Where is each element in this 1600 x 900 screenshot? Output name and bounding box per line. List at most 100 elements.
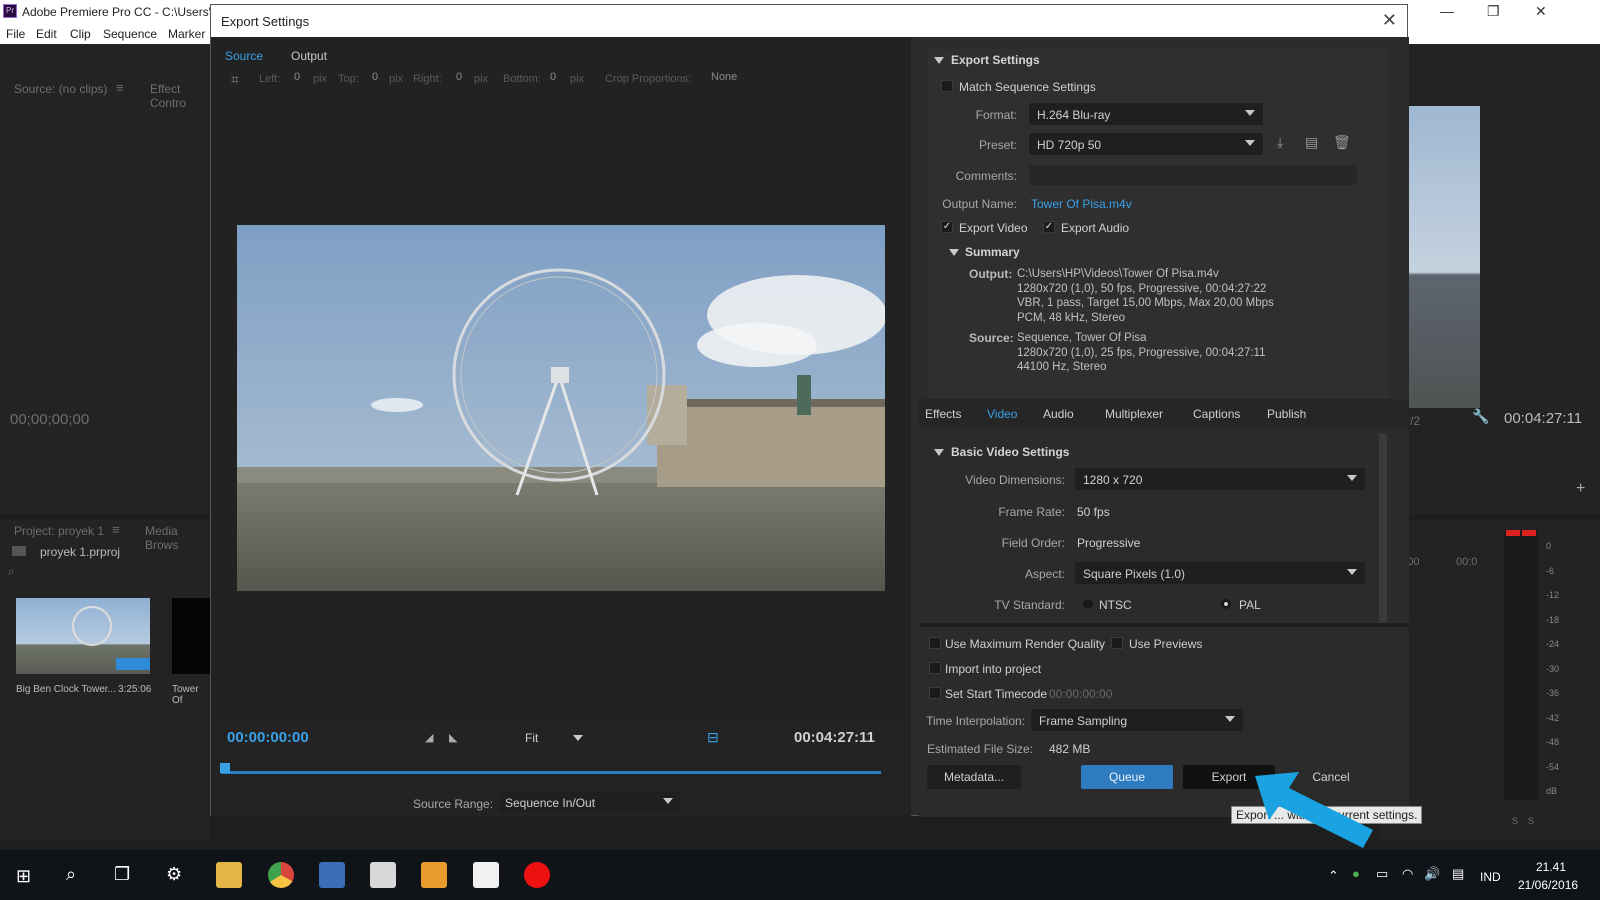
add-button-icon[interactable]: + bbox=[1576, 480, 1585, 498]
export-audio-checkbox[interactable]: ✓ bbox=[1043, 221, 1055, 233]
task-view-icon[interactable]: ❐ bbox=[114, 864, 130, 885]
crop-icon[interactable]: ⌗ bbox=[231, 71, 239, 88]
collapse-triangle-icon[interactable] bbox=[934, 57, 944, 64]
queue-button[interactable]: Queue bbox=[1081, 765, 1173, 789]
tab-audio[interactable]: Audio bbox=[1043, 407, 1074, 421]
tab-output[interactable]: Output bbox=[291, 49, 327, 63]
settings-gear-icon[interactable]: ⚙ bbox=[166, 864, 182, 885]
crop-proportions-select[interactable]: None bbox=[711, 71, 737, 83]
project-tab[interactable]: Project: proyek 1 bbox=[14, 524, 104, 538]
playhead-handle[interactable] bbox=[220, 763, 230, 773]
crop-bottom-input[interactable]: 0 bbox=[550, 71, 556, 83]
start-timecode-value[interactable]: 00:00:00:00 bbox=[1049, 687, 1112, 701]
tab-publish[interactable]: Publish bbox=[1267, 407, 1306, 421]
record-icon[interactable] bbox=[524, 862, 550, 888]
close-icon[interactable]: ✕ bbox=[1535, 3, 1547, 20]
chevron-down-icon[interactable] bbox=[573, 735, 583, 741]
file-explorer-icon[interactable] bbox=[216, 862, 242, 888]
chrome-icon[interactable] bbox=[268, 862, 294, 888]
import-project-checkbox[interactable] bbox=[929, 662, 941, 674]
aspect-select[interactable]: Square Pixels (1.0) bbox=[1075, 562, 1365, 584]
notifications-icon[interactable]: ▤ bbox=[1452, 866, 1464, 882]
effect-controls-tab[interactable]: Effect Contro bbox=[150, 82, 210, 110]
crop-top-input[interactable]: 0 bbox=[372, 71, 378, 83]
movie-clapper-icon[interactable] bbox=[370, 862, 396, 888]
set-in-point-icon[interactable]: ◢ bbox=[425, 731, 433, 744]
menu-edit[interactable]: Edit bbox=[36, 27, 57, 41]
aspect-correction-icon[interactable]: ⊟ bbox=[707, 729, 719, 746]
ntsc-radio[interactable] bbox=[1083, 599, 1093, 609]
chevron-up-icon[interactable]: ⌃ bbox=[1328, 868, 1339, 884]
meter-solo-right[interactable]: S bbox=[1528, 816, 1534, 826]
delete-preset-icon[interactable]: 🗑 bbox=[1333, 134, 1351, 151]
clock-time[interactable]: 21.41 bbox=[1536, 860, 1566, 874]
source-range-select[interactable]: Sequence In/Out bbox=[499, 791, 681, 813]
program-zoom[interactable]: /2 bbox=[1410, 414, 1420, 428]
zoom-fit-select[interactable]: Fit bbox=[525, 731, 538, 745]
interpolation-select[interactable]: Frame Sampling bbox=[1031, 709, 1243, 731]
clip-thumbnail[interactable] bbox=[16, 598, 150, 674]
tvstandard-label: TV Standard: bbox=[994, 598, 1065, 612]
tab-multiplexer[interactable]: Multiplexer bbox=[1105, 407, 1163, 421]
metadata-button[interactable]: Metadata... bbox=[927, 765, 1021, 789]
export-video-checkbox[interactable]: ✓ bbox=[941, 221, 953, 233]
search-icon[interactable]: ⌕ bbox=[8, 564, 15, 579]
menu-clip[interactable]: Clip bbox=[70, 27, 91, 41]
collapse-triangle-icon[interactable] bbox=[934, 449, 944, 456]
crop-proportions-label: Crop Proportions: bbox=[605, 73, 692, 85]
tab-effects[interactable]: Effects bbox=[925, 407, 961, 421]
panel-menu-icon[interactable]: ≡ bbox=[112, 522, 120, 537]
collapse-triangle-icon[interactable] bbox=[949, 249, 959, 256]
start-timecode-checkbox[interactable] bbox=[929, 687, 941, 699]
panel-menu-icon[interactable]: ≡ bbox=[116, 80, 124, 95]
menu-marker[interactable]: Marker bbox=[168, 27, 205, 41]
source-tab[interactable]: Source: (no clips) bbox=[14, 82, 107, 96]
filesize-label: Estimated File Size: bbox=[927, 742, 1034, 756]
crop-bottom-label: Bottom: bbox=[503, 73, 541, 85]
preset-select[interactable]: HD 720p 50 bbox=[1029, 133, 1263, 155]
match-sequence-checkbox[interactable] bbox=[941, 80, 953, 92]
document-icon[interactable] bbox=[473, 862, 499, 888]
max-render-checkbox[interactable] bbox=[929, 637, 941, 649]
timeline-scrubber-bar[interactable] bbox=[221, 771, 881, 774]
use-previews-checkbox[interactable] bbox=[1111, 637, 1123, 649]
maximize-icon[interactable]: ❐ bbox=[1487, 3, 1500, 20]
clock-date[interactable]: 21/06/2016 bbox=[1518, 878, 1578, 892]
battery-icon[interactable]: ▭ bbox=[1376, 866, 1388, 882]
media-browser-tab[interactable]: Media Brows bbox=[145, 524, 210, 552]
format-select[interactable]: H.264 Blu-ray bbox=[1029, 103, 1263, 125]
minimize-icon[interactable]: — bbox=[1440, 3, 1454, 19]
output-name-link[interactable]: Tower Of Pisa.m4v bbox=[1031, 197, 1132, 211]
search-icon[interactable]: ⌕ bbox=[66, 864, 76, 885]
menu-sequence[interactable]: Sequence bbox=[103, 27, 157, 41]
tab-source[interactable]: Source bbox=[225, 49, 263, 63]
save-preset-icon[interactable]: ⤓ bbox=[1277, 134, 1283, 151]
import-preset-icon[interactable]: ▤ bbox=[1305, 134, 1318, 151]
wifi-icon[interactable]: ◠ bbox=[1402, 866, 1413, 882]
comments-field[interactable] bbox=[1029, 165, 1357, 185]
volume-icon[interactable]: 🔊 bbox=[1424, 866, 1440, 882]
crop-right-input[interactable]: 0 bbox=[456, 71, 462, 83]
crop-left-input[interactable]: 0 bbox=[294, 71, 300, 83]
language-indicator[interactable]: IND bbox=[1480, 870, 1501, 884]
settings-scrollbar[interactable] bbox=[1379, 433, 1387, 623]
crop-left-label: Left: bbox=[259, 73, 281, 85]
clip-thumbnail-black[interactable] bbox=[172, 598, 212, 674]
audio-meter bbox=[1504, 530, 1538, 800]
menu-file[interactable]: File bbox=[6, 27, 25, 41]
pal-radio[interactable] bbox=[1221, 599, 1231, 609]
chevron-down-icon bbox=[663, 798, 673, 804]
tray-app-icon[interactable]: ● bbox=[1352, 866, 1360, 881]
app-icon[interactable] bbox=[319, 862, 345, 888]
dialog-close-icon[interactable]: ✕ bbox=[1382, 10, 1397, 31]
app-icon[interactable] bbox=[421, 862, 447, 888]
meter-solo-left[interactable]: S bbox=[1512, 816, 1518, 826]
dimensions-select[interactable]: 1280 x 720 bbox=[1075, 468, 1365, 490]
windows-start-icon[interactable]: ⊞ bbox=[16, 866, 31, 887]
wrench-icon[interactable]: 🔧 bbox=[1472, 408, 1489, 425]
tab-video[interactable]: Video bbox=[987, 407, 1017, 421]
set-out-point-icon[interactable]: ◣ bbox=[449, 731, 457, 744]
current-timecode[interactable]: 00:00:00:00 bbox=[227, 729, 309, 746]
export-settings-dialog: Export Settings ✕ Source Output ⌗ Left: … bbox=[210, 4, 1409, 817]
tab-captions[interactable]: Captions bbox=[1193, 407, 1240, 421]
